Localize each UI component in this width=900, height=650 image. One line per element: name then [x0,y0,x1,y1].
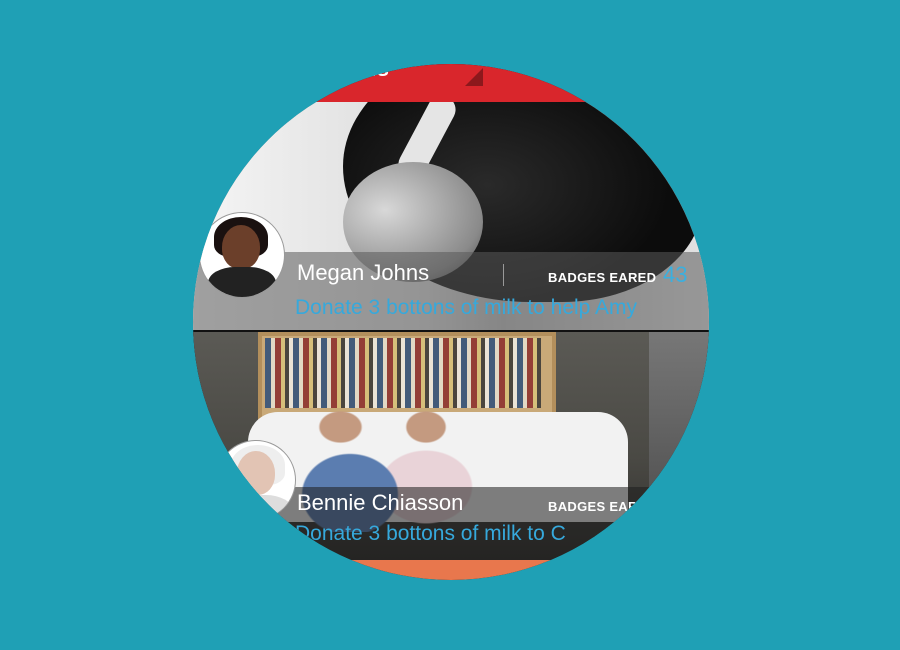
user-name: Bennie Chiasson [297,490,464,515]
header-bar: ...ds [193,64,709,102]
corner-fold-icon [465,68,483,86]
donation-message[interactable]: Donate 3 bottons of milk to C [295,522,566,546]
badges-label: BADGES EARED [548,270,657,285]
divider [503,264,504,286]
feed-card[interactable]: Bennie Chiasson BADGES EAR Donate 3 bott… [193,332,709,560]
user-name: Megan Johns [297,260,430,285]
watch-screen: ...ds Megan Johns BADGES EARED 43 Donate… [193,64,709,580]
badges-count: 43 [663,262,688,287]
avatar-man-icon[interactable] [216,440,296,520]
header-title: ...ds [343,64,390,81]
feed-card[interactable]: Megan Johns BADGES EARED 43 Donate 3 bot… [193,102,709,330]
donation-message[interactable]: Donate 3 bottons of milk to help Amy [295,296,637,320]
avatar-woman-icon[interactable] [199,212,285,298]
badges-label: BADGES EAR [548,499,638,514]
feed-card-partial[interactable] [193,560,709,580]
